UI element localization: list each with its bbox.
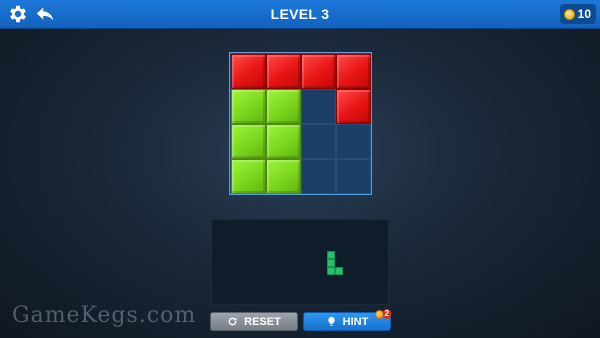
board-cell-empty[interactable] (301, 159, 336, 194)
piece-block (335, 267, 343, 275)
reset-button[interactable]: RESET (210, 312, 298, 331)
coin-count: 10 (577, 7, 591, 21)
board-cell-green (231, 124, 266, 159)
top-bar: LEVEL 3 10 (0, 0, 600, 29)
board-cell-green (231, 89, 266, 124)
board-cell-red (336, 54, 371, 89)
refresh-icon (228, 317, 237, 326)
board-cell-green (266, 124, 301, 159)
piece-tray (211, 219, 389, 305)
coin-icon (563, 8, 575, 20)
board-cell-empty[interactable] (336, 124, 371, 159)
piece-block (327, 259, 335, 267)
hint-button[interactable]: HINT 2 (303, 309, 391, 331)
board-cell-red (266, 54, 301, 89)
board-cell-green (266, 159, 301, 194)
board-cell-red (301, 54, 336, 89)
piece-block (327, 251, 335, 259)
board-cell-empty[interactable] (336, 159, 371, 194)
coin-counter: 10 (559, 4, 596, 24)
board-cell-empty[interactable] (301, 124, 336, 159)
watermark: GameKegs.com (12, 303, 197, 328)
lightbulb-icon (327, 316, 335, 326)
puzzle-board[interactable] (229, 52, 372, 195)
board-cell-red (336, 89, 371, 124)
board-cell-green (266, 89, 301, 124)
level-title: LEVEL 3 (270, 6, 330, 22)
hint-label: HINT (342, 315, 369, 328)
hint-count-badge: 2 (382, 309, 391, 319)
board-cell-red (231, 54, 266, 89)
board-cell-empty[interactable] (301, 89, 336, 124)
board-cell-green (231, 159, 266, 194)
reset-label: RESET (244, 315, 281, 328)
piece-block (327, 267, 335, 275)
